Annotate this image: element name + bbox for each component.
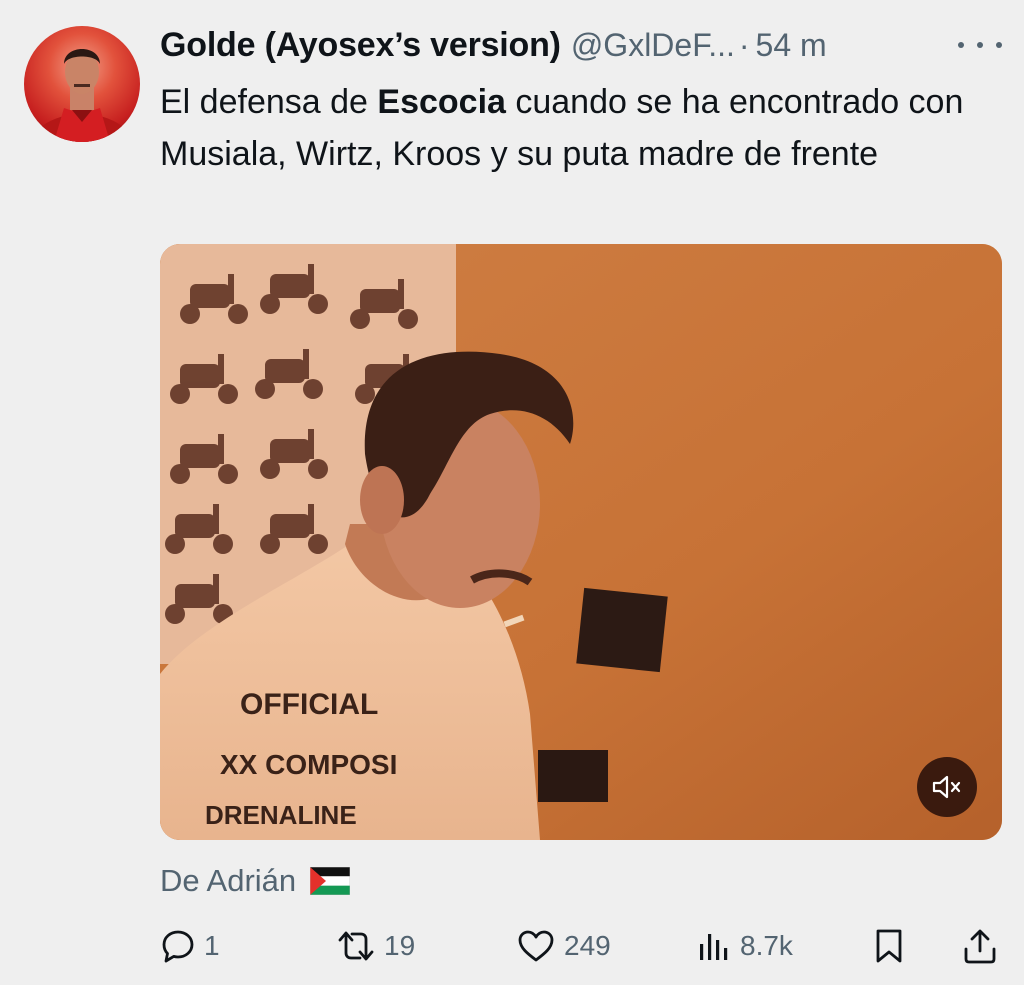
user-handle[interactable]: @GxlDeF... bbox=[571, 27, 735, 64]
shirt-text: OFFICIAL bbox=[240, 688, 378, 721]
source-label[interactable]: De Adrián bbox=[160, 858, 351, 904]
tweet-video[interactable]: OFFICIAL XX COMPOSI DRENALINE bbox=[160, 244, 1002, 840]
heart-icon bbox=[518, 930, 554, 962]
like-button[interactable]: 249 bbox=[516, 918, 611, 974]
tweet-text-bold: Escocia bbox=[377, 83, 506, 121]
tweet[interactable]: Golde (Ayosex’s version) @GxlDeF... · 54… bbox=[0, 0, 1024, 985]
tweet-header: Golde (Ayosex’s version) @GxlDeF... · 54… bbox=[160, 22, 827, 68]
speaker-muted-icon bbox=[932, 775, 961, 799]
palestine-flag-icon bbox=[310, 867, 351, 895]
bookmark-button[interactable] bbox=[872, 918, 906, 974]
video-frame: OFFICIAL XX COMPOSI DRENALINE bbox=[160, 244, 1002, 840]
reply-icon bbox=[162, 930, 194, 963]
more-options-icon[interactable] bbox=[958, 30, 1002, 60]
avatar[interactable] bbox=[24, 26, 140, 142]
tweet-text-part: El defensa de bbox=[160, 83, 378, 121]
like-count: 249 bbox=[564, 930, 611, 961]
shirt-text: XX COMPOSI bbox=[220, 749, 397, 780]
timestamp[interactable]: 54 m bbox=[756, 27, 827, 64]
bookmark-icon bbox=[876, 929, 902, 963]
views-count: 8.7k bbox=[740, 930, 793, 961]
share-icon bbox=[964, 929, 996, 964]
tweet-text: El defensa de Escocia cuando se ha encon… bbox=[160, 76, 1010, 180]
separator-dot: · bbox=[738, 26, 750, 63]
views-button[interactable]: 8.7k bbox=[696, 918, 793, 974]
share-button[interactable] bbox=[962, 918, 998, 974]
reply-button[interactable]: 1 bbox=[160, 918, 220, 974]
shirt-text: DRENALINE bbox=[205, 800, 357, 830]
views-icon bbox=[700, 934, 728, 960]
reply-count: 1 bbox=[204, 930, 220, 961]
retweet-count: 19 bbox=[384, 930, 416, 961]
mute-button[interactable] bbox=[917, 757, 977, 817]
retweet-button[interactable]: 19 bbox=[336, 918, 415, 974]
avatar-image bbox=[28, 49, 136, 142]
retweet-icon bbox=[338, 931, 374, 961]
action-bar: 1 19 249 8.7k bbox=[160, 918, 1002, 974]
display-name[interactable]: Golde (Ayosex’s version) bbox=[160, 26, 561, 65]
source-text[interactable]: De Adrián bbox=[160, 863, 296, 899]
